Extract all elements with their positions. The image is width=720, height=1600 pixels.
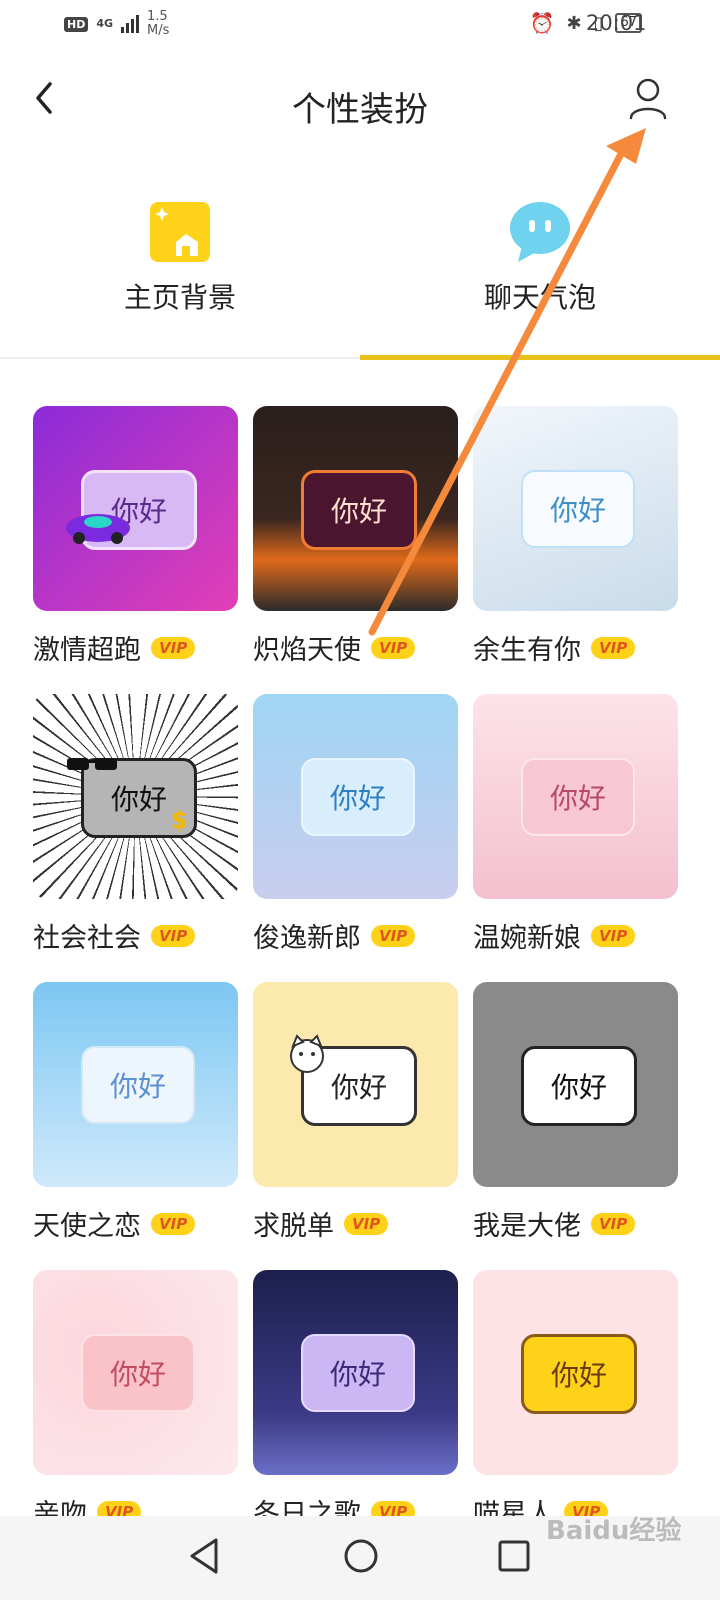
hd-indicator: HD xyxy=(64,16,89,32)
network-indicator: 4G xyxy=(96,18,113,30)
chat-bubble-icon xyxy=(510,202,570,262)
profile-button[interactable] xyxy=(626,76,670,122)
bubble-preview: 你好 xyxy=(473,694,678,899)
item-label: 俊逸新郎 xyxy=(253,923,361,954)
tab-label: 主页背景 xyxy=(123,281,236,314)
bubble-preview: 你好 xyxy=(473,982,678,1187)
item-name: 温婉新娘 VIP xyxy=(473,916,636,955)
network-speed: 1.5 M/s xyxy=(147,10,169,38)
bubble-card[interactable]: 你好 温婉新娘 VIP xyxy=(473,694,678,954)
bubble-preview: 你好 xyxy=(33,406,238,611)
recents-nav-icon[interactable] xyxy=(496,1536,532,1576)
app-header: 个性装扮 xyxy=(0,60,720,150)
home-card-icon xyxy=(150,202,210,262)
item-name: 天使之恋 VIP xyxy=(33,1204,196,1243)
bubble-preview: 你好 xyxy=(473,406,678,611)
vip-badge: VIP xyxy=(371,636,416,659)
bubble-preview: 你好 xyxy=(253,1270,458,1475)
bubble-card[interactable]: 你好 $ 社会社会 VIP xyxy=(33,694,238,954)
tab-home-background[interactable]: 主页背景 xyxy=(0,190,360,360)
bubble-sample: 你好 xyxy=(81,1334,195,1412)
bubble-preview: 你好 xyxy=(253,982,458,1187)
bubble-sample: 你好 xyxy=(521,758,635,836)
vip-badge: VIP xyxy=(151,1212,196,1235)
tab-label: 聊天气泡 xyxy=(483,281,596,314)
vip-badge: VIP xyxy=(151,636,196,659)
bubble-sample: 你好 xyxy=(81,1046,195,1124)
bubble-card[interactable]: 你好 我是大佬 VIP xyxy=(473,982,678,1242)
vip-badge: VIP xyxy=(591,924,636,947)
item-label: 我是大佬 xyxy=(473,1211,581,1242)
bubble-card[interactable]: 你好 亲吻 VIP xyxy=(33,1270,238,1530)
status-bar: HD 4G 1.5 M/s ⏰ ✱ ▯ 67 20:01 xyxy=(0,0,720,50)
category-tabs: 主页背景 聊天气泡 xyxy=(0,190,720,360)
network-type: 4G xyxy=(96,17,114,30)
vip-badge: VIP xyxy=(371,924,416,947)
item-label: 社会社会 xyxy=(33,923,141,954)
bubble-sample: 你好 xyxy=(301,470,417,550)
vip-badge: VIP xyxy=(591,1212,636,1235)
cat-face-icon xyxy=(290,1034,324,1073)
bubble-preview: 你好 xyxy=(473,1270,678,1475)
bubble-card[interactable]: 你好 炽焰天使 VIP xyxy=(253,406,458,666)
back-nav-icon[interactable] xyxy=(186,1536,222,1576)
vip-badge: VIP xyxy=(591,636,636,659)
speed-value: 1.5 xyxy=(147,9,168,24)
watermark: Baidu经验 xyxy=(546,1516,682,1546)
item-name: 炽焰天使 VIP xyxy=(253,628,416,667)
bubble-card[interactable]: 你好 冬日之歌 VIP xyxy=(253,1270,458,1530)
bubble-sample: 你好 xyxy=(521,1334,637,1414)
item-name: 社会社会 VIP xyxy=(33,916,196,955)
item-label: 激情超跑 xyxy=(33,635,141,666)
bubble-sample: 你好 xyxy=(301,758,415,836)
item-label: 天使之恋 xyxy=(33,1211,141,1242)
bluetooth-icon: ✱ xyxy=(566,12,582,34)
item-name: 激情超跑 VIP xyxy=(33,628,196,667)
item-label: 温婉新娘 xyxy=(473,923,581,954)
bubble-card[interactable]: 你好 俊逸新郎 VIP xyxy=(253,694,458,954)
bubble-card[interactable]: 你好 激情超跑 VIP xyxy=(33,406,238,666)
user-icon xyxy=(629,78,667,120)
bubble-preview: 你好 xyxy=(33,1270,238,1475)
sunglasses-icon xyxy=(67,758,117,770)
item-label: 炽焰天使 xyxy=(253,635,361,666)
item-name: 余生有你 VIP xyxy=(473,628,636,667)
page-title: 个性装扮 xyxy=(292,90,428,130)
item-label: 求脱单 xyxy=(253,1211,334,1242)
signal-icon xyxy=(121,15,140,33)
tab-chat-bubble[interactable]: 聊天气泡 xyxy=(360,190,720,360)
alarm-icon: ⏰ xyxy=(529,11,555,35)
bubble-sample: 你好 xyxy=(521,470,635,548)
dollar-icon: $ xyxy=(171,806,188,834)
item-name: 我是大佬 VIP xyxy=(473,1204,636,1243)
bubble-sample: 你好 xyxy=(521,1046,637,1126)
clock: 20:01 xyxy=(586,11,647,35)
bubble-card[interactable]: 你好 求脱单 VIP xyxy=(253,982,458,1242)
bubble-preview: 你好 xyxy=(253,406,458,611)
bubble-sample: 你好 xyxy=(301,1334,415,1412)
bubble-preview: 你好 $ xyxy=(33,694,238,899)
bubble-card[interactable]: 你好 喵星人 VIP xyxy=(473,1270,678,1530)
bubble-preview: 你好 xyxy=(253,694,458,899)
vip-badge: VIP xyxy=(151,924,196,947)
bubble-preview: 你好 xyxy=(33,982,238,1187)
sports-car-icon xyxy=(66,514,130,544)
item-name: 求脱单 VIP xyxy=(253,1204,389,1243)
bubble-card[interactable]: 你好 天使之恋 VIP xyxy=(33,982,238,1242)
item-label: 余生有你 xyxy=(473,635,581,666)
home-nav-icon[interactable] xyxy=(341,1536,381,1576)
selected-tab-indicator xyxy=(360,355,720,360)
vip-badge: VIP xyxy=(344,1212,389,1235)
bubble-card[interactable]: 你好 余生有你 VIP xyxy=(473,406,678,666)
system-nav-bar: Baidu经验 xyxy=(0,1516,720,1600)
item-name: 俊逸新郎 VIP xyxy=(253,916,416,955)
speed-unit: M/s xyxy=(147,23,170,38)
